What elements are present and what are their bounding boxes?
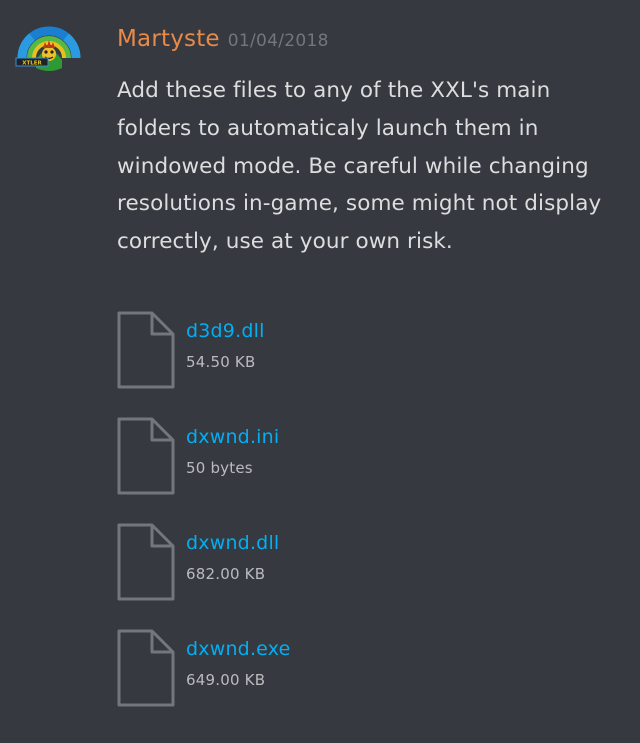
user-avatar[interactable]: XTLER — [14, 18, 84, 80]
message-body: Add these files to any of the XXL's main… — [117, 78, 602, 255]
attachment-size: 649.00 KB — [186, 671, 266, 689]
file-icon — [117, 311, 175, 389]
attachment-size: 54.50 KB — [186, 353, 256, 371]
attachment-item: d3d9.dll 54.50 KB — [116, 306, 516, 412]
attachment-size: 50 bytes — [186, 459, 253, 477]
attachment-link[interactable]: d3d9.dll — [186, 320, 265, 342]
file-icon — [117, 417, 175, 495]
attachment-link[interactable]: dxwnd.dll — [186, 532, 279, 554]
avatar-logo-icon: XTLER — [15, 26, 81, 71]
file-icon — [117, 629, 175, 707]
attachment-item: dxwnd.dll 682.00 KB — [116, 518, 516, 624]
file-icon — [117, 523, 175, 601]
attachment-item: dxwnd.ini 50 bytes — [116, 412, 516, 518]
chat-message: XTLER Martyste 01/04/2018 Add these file… — [0, 0, 640, 743]
attachment-link[interactable]: dxwnd.ini — [186, 426, 279, 448]
attachment-item: dxwnd.exe 649.00 KB — [116, 624, 516, 730]
timestamp: 01/04/2018 — [227, 31, 329, 51]
username[interactable]: Martyste — [117, 26, 220, 52]
avatar-logo-text: XTLER — [22, 61, 42, 67]
message-content: Martyste 01/04/2018 Add these files to a… — [117, 26, 627, 261]
message-header: Martyste 01/04/2018 — [117, 26, 627, 64]
attachment-size: 682.00 KB — [186, 565, 266, 583]
attachment-list: d3d9.dll 54.50 KB dxwnd.ini 50 bytes dxw… — [116, 306, 516, 730]
attachment-link[interactable]: dxwnd.exe — [186, 638, 291, 660]
